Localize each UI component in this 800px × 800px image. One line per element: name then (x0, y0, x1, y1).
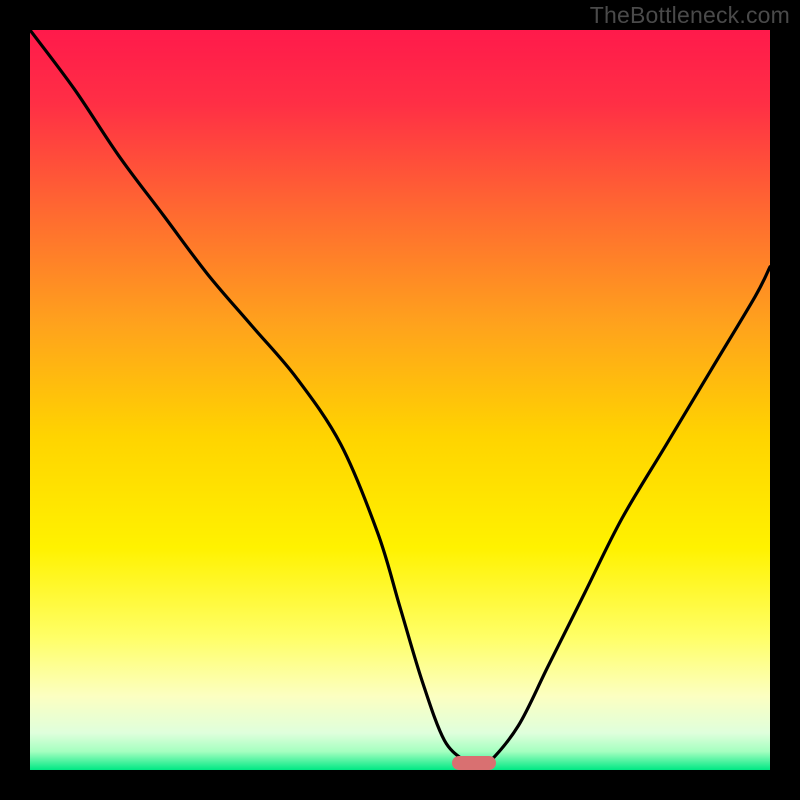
watermark-text: TheBottleneck.com (590, 2, 790, 29)
bottleneck-curve (30, 30, 770, 770)
chart-frame: TheBottleneck.com (0, 0, 800, 800)
plot-area (30, 30, 770, 770)
optimal-range-marker (452, 756, 496, 770)
